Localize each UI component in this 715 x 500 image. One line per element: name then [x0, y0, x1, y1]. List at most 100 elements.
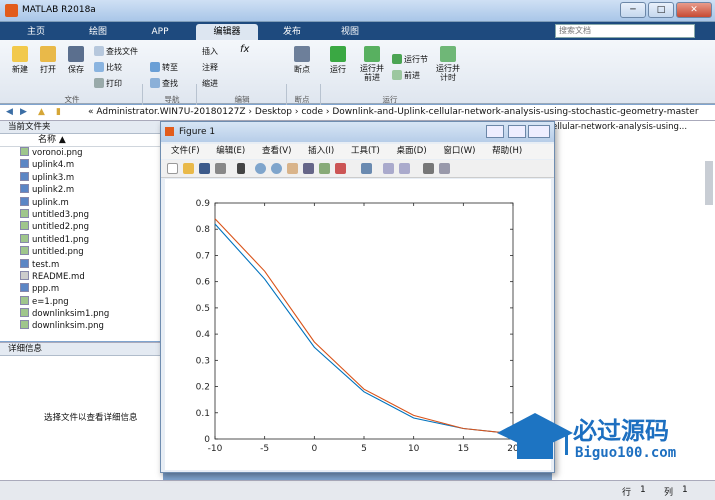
print-icon — [94, 78, 104, 88]
plot-area — [214, 202, 514, 440]
file-row[interactable]: untitled1.png — [0, 233, 162, 246]
name-column-header[interactable]: 名称 ▲ — [0, 134, 162, 147]
goto-icon — [150, 62, 160, 72]
current-path[interactable]: « Administrator.WIN7U-20180127Z › Deskto… — [88, 105, 699, 120]
forward-icon[interactable]: ▶ — [20, 105, 27, 120]
hide-plot-tools-icon[interactable] — [423, 163, 434, 174]
menu-desktop[interactable]: 桌面(D) — [396, 146, 426, 156]
menu-tools[interactable]: 工具(T) — [351, 146, 380, 156]
file-row[interactable]: untitled2.png — [0, 221, 162, 233]
image-file-icon — [20, 295, 29, 305]
run-button[interactable]: 运行 — [325, 46, 351, 75]
up-folder-icon[interactable]: ▲ — [38, 105, 45, 120]
back-icon[interactable]: ◀ — [6, 105, 13, 120]
file-row[interactable]: untitled.png — [0, 246, 162, 258]
menu-help[interactable]: 帮助(H) — [492, 146, 522, 156]
menu-edit[interactable]: 编辑(E) — [216, 146, 245, 156]
run-advance-button[interactable]: 运行并 前进 — [358, 46, 386, 82]
close-button[interactable]: ✕ — [676, 2, 712, 18]
x-tick-label: -10 — [208, 444, 223, 454]
file-row[interactable]: uplink2.m — [0, 184, 162, 196]
minimize-button[interactable]: ─ — [620, 2, 646, 18]
run-advance-icon — [364, 46, 380, 62]
current-folder-panel: 当前文件夹 名称 ▲ voronoi.png uplink4.m uplink3.m… — [0, 121, 163, 341]
tab-plots[interactable]: 绘图 — [70, 24, 126, 40]
timer-icon — [440, 46, 456, 62]
menu-view[interactable]: 查看(V) — [262, 146, 291, 156]
figure-minimize-button[interactable] — [486, 125, 504, 138]
pointer-icon[interactable] — [237, 163, 245, 174]
menu-insert[interactable]: 插入(I) — [308, 146, 334, 156]
figure-title-bar[interactable]: Figure 1 — [161, 122, 554, 142]
file-row[interactable]: test.m — [0, 258, 162, 271]
file-row[interactable]: uplink3.m — [0, 171, 162, 184]
tab-view[interactable]: 视图 — [322, 24, 378, 40]
figure-menu-bar: 文件(F) 编辑(E) 查看(V) 插入(I) 工具(T) 桌面(D) 窗口(W… — [161, 144, 554, 159]
scrollbar[interactable] — [705, 161, 713, 205]
print-figure-icon[interactable] — [215, 163, 226, 174]
image-file-icon — [20, 233, 29, 243]
save-button[interactable]: 保存 — [62, 46, 90, 75]
col-label: 列 — [664, 488, 674, 498]
file-row[interactable]: uplink4.m — [0, 159, 162, 171]
open-button[interactable]: 打开 — [34, 46, 62, 75]
brush-icon[interactable] — [335, 163, 346, 174]
colorbar-icon[interactable] — [383, 163, 394, 174]
find-button[interactable]: 查找 — [150, 78, 178, 89]
file-row[interactable]: untitled3.png — [0, 208, 162, 221]
show-plot-tools-icon[interactable] — [439, 163, 450, 174]
y-tick-label: 0.4 — [196, 330, 211, 340]
breakpoints-button[interactable]: 断点 — [290, 46, 314, 75]
document-file-icon — [20, 184, 29, 194]
tab-publish[interactable]: 发布 — [264, 24, 320, 40]
run-and-time-button[interactable]: 运行并 计时 — [434, 46, 462, 82]
figure-close-button[interactable] — [528, 125, 550, 138]
figure-canvas[interactable]: -10 -5 0 5 10 15 20 0 0.1 0.2 0.3 0.4 0.5 0.6 0.7 0.8 0.… — [165, 179, 551, 470]
legend-icon[interactable] — [399, 163, 410, 174]
advance-button[interactable]: 前进 — [392, 70, 420, 81]
maximize-button[interactable]: □ — [648, 2, 674, 18]
goto-button[interactable]: 转至 — [150, 62, 178, 73]
find-files-button[interactable]: 查找文件 — [94, 46, 138, 57]
rotate-icon[interactable] — [303, 163, 314, 174]
browse-folder-icon[interactable]: ▮ — [56, 105, 61, 120]
find-files-icon — [94, 46, 104, 56]
search-docs-input[interactable]: 搜索文档 — [555, 24, 695, 38]
save-figure-icon[interactable] — [199, 163, 210, 174]
tab-home[interactable]: 主页 — [8, 24, 64, 40]
file-row[interactable]: downlinksim.png — [0, 320, 162, 332]
insert-button[interactable]: 插入 — [202, 46, 218, 57]
file-row[interactable]: voronoi.png — [0, 147, 162, 159]
data-cursor-icon[interactable] — [319, 163, 330, 174]
fx-button[interactable]: fx — [240, 44, 249, 55]
image-file-icon — [20, 147, 29, 156]
file-row[interactable]: e=1.png — [0, 295, 162, 308]
file-row[interactable]: README.md — [0, 270, 162, 283]
indent-button[interactable]: 缩进 — [202, 78, 218, 89]
figure-maximize-button[interactable] — [508, 125, 526, 138]
y-tick-label: 0.3 — [196, 356, 210, 366]
file-row[interactable]: ppp.m — [0, 283, 162, 295]
image-file-icon — [20, 320, 29, 330]
print-button[interactable]: 打印 — [94, 78, 122, 89]
new-button[interactable]: 新建 — [6, 46, 34, 75]
open-file-icon[interactable] — [183, 163, 194, 174]
tab-apps[interactable]: APP — [132, 24, 188, 40]
file-row[interactable]: downlinksim1.png — [0, 308, 162, 320]
link-plot-icon[interactable] — [361, 163, 372, 174]
pan-icon[interactable] — [287, 163, 298, 174]
menu-window[interactable]: 窗口(W) — [443, 146, 475, 156]
tab-editor[interactable]: 编辑器 — [196, 24, 258, 40]
new-figure-icon[interactable] — [167, 163, 178, 174]
file-row[interactable]: uplink.m — [0, 196, 162, 209]
y-tick-label: 0.7 — [196, 251, 210, 261]
run-section-button[interactable]: 运行节 — [392, 54, 428, 65]
file-name: uplink4.m — [32, 160, 75, 171]
menu-file[interactable]: 文件(F) — [171, 146, 200, 156]
zoom-in-icon[interactable] — [255, 163, 266, 174]
comment-button[interactable]: 注释 — [202, 62, 218, 73]
compare-button[interactable]: 比较 — [94, 62, 122, 73]
file-name: downlinksim1.png — [32, 309, 110, 320]
file-name: README.md — [32, 271, 85, 282]
zoom-out-icon[interactable] — [271, 163, 282, 174]
